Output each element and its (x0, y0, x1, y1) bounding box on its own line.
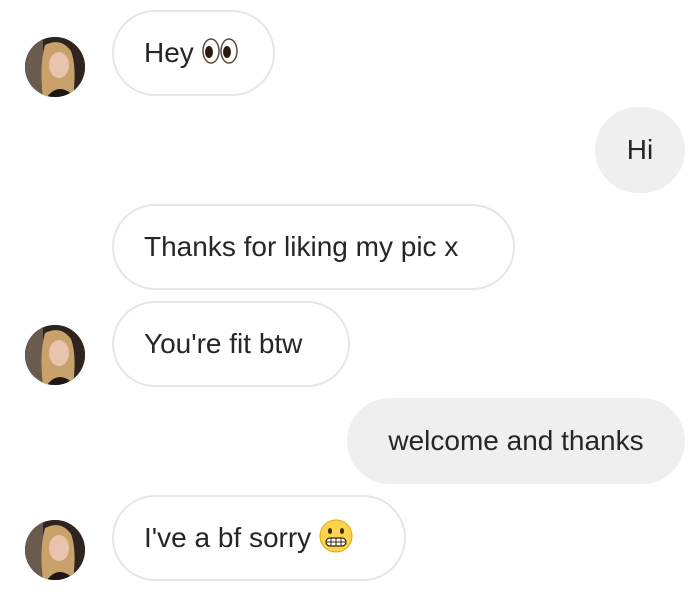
message-text: I've a bf sorry (144, 522, 312, 553)
message-bubble-sent[interactable]: Hi (595, 107, 685, 193)
message-bubble-received[interactable]: Hey (112, 10, 275, 96)
message-bubble-received[interactable]: You're fit btw (112, 301, 350, 387)
message-text: Hi (626, 134, 654, 165)
sender-avatar[interactable] (25, 520, 85, 580)
sender-avatar[interactable] (25, 37, 85, 97)
message-bubble-received[interactable]: Thanks for liking my pic x (112, 204, 515, 290)
grimacing-face-emoji-icon (319, 519, 353, 558)
sender-avatar[interactable] (25, 325, 85, 385)
eyes-emoji-icon (202, 37, 238, 70)
message-bubble-received[interactable]: I've a bf sorry (112, 495, 406, 581)
message-text: Hey (144, 37, 194, 68)
profile-photo (25, 37, 85, 97)
message-thread: Hey Hi Thanks for liking my pic x You're… (0, 0, 700, 594)
message-text: welcome and thanks (388, 425, 644, 456)
profile-photo (25, 325, 85, 385)
profile-photo (25, 520, 85, 580)
message-bubble-sent[interactable]: welcome and thanks (347, 398, 685, 484)
message-text: Thanks for liking my pic x (144, 231, 459, 262)
message-text: You're fit btw (144, 328, 303, 359)
